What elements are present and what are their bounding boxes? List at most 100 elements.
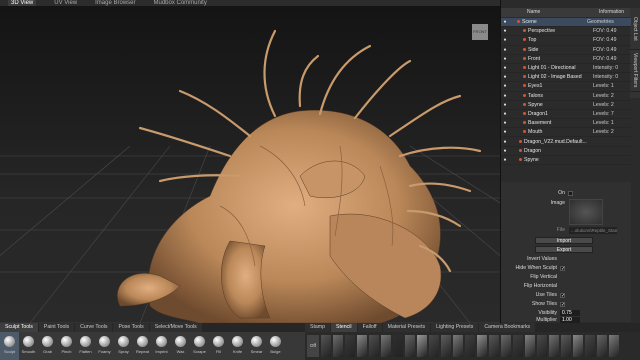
- stencil-thumbnail[interactable]: [441, 335, 451, 357]
- outliner-row[interactable]: ● Spyne Levels: 2: [501, 101, 631, 110]
- eye-icon[interactable]: ●: [501, 47, 509, 53]
- tool-foamy[interactable]: Foamy: [95, 332, 114, 360]
- tab-sculpt-tools[interactable]: Sculpt Tools: [0, 323, 38, 332]
- outliner-row[interactable]: ● Basement Levels: 1: [501, 119, 631, 129]
- eye-icon[interactable]: ●: [501, 148, 509, 154]
- eye-icon[interactable]: ●: [501, 111, 509, 117]
- tool-bulge[interactable]: Bulge: [266, 332, 285, 360]
- tool-imprint[interactable]: Imprint: [152, 332, 171, 360]
- outliner-row[interactable]: ● Scene Geometries: [501, 18, 631, 28]
- tool-smear[interactable]: Smear: [247, 332, 266, 360]
- outliner-row[interactable]: ● Top FOV: 0.49: [501, 36, 631, 46]
- tool-repeat[interactable]: Repeat: [133, 332, 152, 360]
- tab-object-list[interactable]: Object List: [630, 8, 640, 50]
- stencil-thumbnail[interactable]: [525, 335, 535, 357]
- tab-lighting-presets[interactable]: Lighting Presets: [431, 323, 479, 332]
- 3d-viewport[interactable]: FRONT: [0, 6, 500, 323]
- stencil-thumbnail[interactable]: [513, 335, 523, 357]
- visibility-field[interactable]: 0.75: [560, 310, 580, 316]
- tab-select-move-tools[interactable]: Select/Move Tools: [149, 323, 202, 332]
- stencil-thumbnail[interactable]: [549, 335, 559, 357]
- tool-smooth[interactable]: Smooth: [19, 332, 38, 360]
- viewcube-icon[interactable]: FRONT: [472, 24, 488, 40]
- stencil-thumbnail[interactable]: [501, 335, 511, 357]
- outliner-row[interactable]: ● Light 02 - Image Based Intensity: 0: [501, 73, 631, 83]
- eye-icon[interactable]: ●: [501, 28, 509, 34]
- smooth-tool-icon: [23, 336, 34, 347]
- outliner-row[interactable]: ● Talons Levels: 2: [501, 92, 631, 101]
- stencil-thumbnail[interactable]: [381, 335, 391, 357]
- outliner-row[interactable]: ● Mouth Levels: 2: [501, 128, 631, 138]
- file-path-field[interactable]: ...olutions\Reptile_Stamp.jpg: [569, 227, 617, 234]
- tab-falloff[interactable]: Falloff: [357, 323, 382, 332]
- tool-spray[interactable]: Spray: [114, 332, 133, 360]
- eye-icon[interactable]: ●: [501, 157, 509, 163]
- tool-sculpt[interactable]: Sculpt: [0, 332, 19, 360]
- outliner-row[interactable]: ● Light 01 - Directional Intensity: 0: [501, 64, 631, 74]
- eye-icon[interactable]: ●: [501, 139, 509, 145]
- eye-icon[interactable]: ●: [501, 19, 509, 25]
- tool-wax[interactable]: Wax: [171, 332, 190, 360]
- stencil-thumbnail[interactable]: [429, 335, 439, 357]
- outliner-row[interactable]: ● Perspective FOV: 0.49: [501, 27, 631, 37]
- eye-icon[interactable]: ●: [501, 129, 509, 135]
- eye-icon[interactable]: ●: [501, 83, 509, 89]
- stencil-thumbnail[interactable]: [585, 335, 595, 357]
- stencil-thumbnail[interactable]: [537, 335, 547, 357]
- outliner-row[interactable]: ● Dragon_V22.mud.Default...: [501, 137, 631, 147]
- stencil-thumbnail[interactable]: [417, 335, 427, 357]
- tab-stamp[interactable]: Stamp: [305, 323, 330, 332]
- stencil-thumbnail[interactable]: [573, 335, 583, 357]
- stencil-thumbnail[interactable]: [393, 335, 403, 357]
- eye-icon[interactable]: ●: [501, 102, 509, 108]
- eye-icon[interactable]: ●: [501, 65, 509, 71]
- stencil-thumbnail[interactable]: [609, 335, 619, 357]
- stencil-off-button[interactable]: Off: [307, 335, 319, 357]
- tab-pose-tools[interactable]: Pose Tools: [113, 323, 149, 332]
- tab-camera-bookmarks[interactable]: Camera Bookmarks: [479, 323, 536, 332]
- tab-material-presets[interactable]: Material Presets: [382, 323, 431, 332]
- outliner-row[interactable]: ● Spyne: [501, 156, 631, 165]
- tool-pinch[interactable]: Pinch: [57, 332, 76, 360]
- outliner-header-name[interactable]: Name: [527, 8, 599, 17]
- stencil-thumbnail[interactable]: [369, 335, 379, 357]
- stencil-thumbnail[interactable]: [333, 335, 343, 357]
- tool-knife[interactable]: Knife: [228, 332, 247, 360]
- stencil-thumbnail[interactable]: [597, 335, 607, 357]
- stencil-thumbnail[interactable]: [345, 335, 355, 357]
- hide-checkbox[interactable]: ✓: [560, 265, 565, 271]
- eye-icon[interactable]: ●: [501, 56, 509, 62]
- outliner-row[interactable]: ● Dragon: [501, 147, 631, 156]
- eye-icon[interactable]: ●: [501, 120, 509, 126]
- eye-icon[interactable]: ●: [501, 93, 509, 99]
- stencil-thumbnail[interactable]: [477, 335, 487, 357]
- stencil-thumbnail[interactable]: [489, 335, 499, 357]
- usetiles-checkbox[interactable]: ✓: [560, 292, 565, 298]
- on-checkbox[interactable]: [568, 190, 573, 196]
- tool-grab[interactable]: Grab: [38, 332, 57, 360]
- stencil-thumbnail[interactable]: [357, 335, 367, 357]
- stencil-thumbnail[interactable]: [561, 335, 571, 357]
- eye-icon[interactable]: ●: [501, 74, 509, 80]
- tab-viewport-filters[interactable]: Viewport Filters: [630, 50, 640, 92]
- stencil-thumbnail[interactable]: [405, 335, 415, 357]
- stencil-thumbnail[interactable]: [465, 335, 475, 357]
- stencil-image-preview[interactable]: [569, 199, 603, 225]
- stencil-thumbnail[interactable]: [321, 335, 331, 357]
- tab-stencil[interactable]: Stencil: [331, 323, 357, 332]
- tool-scrape[interactable]: Scrape: [190, 332, 209, 360]
- outliner-row[interactable]: ● Front FOV: 0.49: [501, 55, 631, 64]
- eye-icon[interactable]: ●: [501, 37, 509, 43]
- showtiles-checkbox[interactable]: ✓: [560, 301, 565, 307]
- outliner-row[interactable]: ● Side FOV: 0.49: [501, 46, 631, 55]
- tool-flatten[interactable]: Flatten: [76, 332, 95, 360]
- tab-curve-tools[interactable]: Curve Tools: [75, 323, 113, 332]
- tab-paint-tools[interactable]: Paint Tools: [38, 323, 75, 332]
- tool-fill[interactable]: Fill: [209, 332, 228, 360]
- outliner-row[interactable]: ● Dragon1 Levels: 7: [501, 110, 631, 120]
- import-button[interactable]: Import: [535, 237, 593, 244]
- outliner-header-information[interactable]: Information: [599, 8, 631, 17]
- stencil-thumbnail[interactable]: [453, 335, 463, 357]
- outliner-row[interactable]: ● Eyes1 Levels: 1: [501, 82, 631, 92]
- export-button[interactable]: Export: [535, 246, 593, 253]
